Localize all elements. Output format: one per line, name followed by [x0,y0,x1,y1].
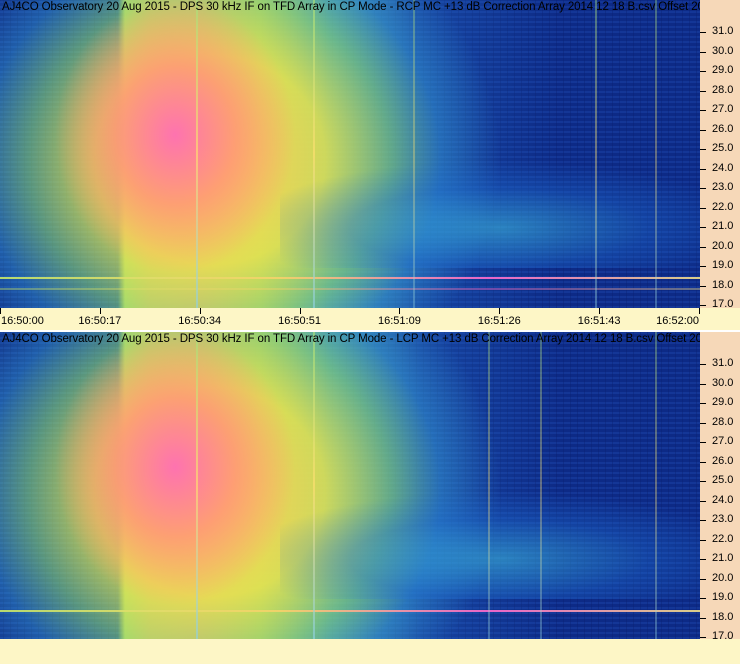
frequency-tick-label: 25.0 [712,142,734,154]
tick-mark [700,383,706,385]
frequency-tick-label: 22.0 [712,200,734,213]
tick-mark [700,188,706,189]
interference-vline [196,332,198,639]
time-tick-label: 16:51:26 [477,315,521,327]
frequency-tick-label: 21.0 [712,220,734,232]
frequency-axis: 31.0 30.0 29.0 28.0 27.0 26.0 25.0 24.0 23.0 22.0… [700,0,740,310]
tick-mark [700,149,706,150]
frequency-tick-label: 31.0 [712,357,734,369]
frequency-tick-label: 28.0 [712,83,734,96]
interference-vline [413,0,415,308]
tick-mark [399,308,401,314]
spectrogram-title: AJ4CO Observatory 20 Aug 2015 - DPS 30 k… [2,333,700,345]
frequency-tick-label: 18.0 [712,278,734,291]
tick-mark [700,559,706,560]
tick-mark [499,308,501,314]
interference-vline [595,0,597,308]
tick-mark [700,442,706,443]
frequency-tick-label: 23.0 [712,513,734,525]
tick-mark [700,520,706,521]
tick-mark [700,598,706,599]
frequency-tick-label: 27.0 [712,435,734,447]
lcp-spectrogram: AJ4CO Observatory 20 Aug 2015 - DPS 30 k… [0,332,700,639]
frequency-tick-label: 24.0 [712,161,734,174]
tick-mark [700,364,706,365]
interference-line [0,610,700,612]
tick-mark [700,246,706,248]
tick-mark [700,637,706,638]
interference-vline [655,0,657,308]
frequency-tick-label: 30.0 [712,44,734,57]
spectrogram-tail [280,148,700,268]
time-tick-label: 16:50:17 [78,315,122,327]
frequency-tick-label: 26.0 [712,454,734,467]
interference-vline [313,0,315,308]
frequency-tick-label: 23.0 [712,181,734,193]
tick-mark [199,308,201,314]
time-axis: 16:50:00 16:50:17 16:50:34 16:50:51 16:51:09… [0,308,740,330]
tick-mark [700,500,706,502]
frequency-tick-label: 19.0 [712,591,734,603]
tick-mark [699,308,700,314]
rcp-panel: AJ4CO Observatory 20 Aug 2015 - DPS 30 k… [0,0,740,330]
frequency-tick-label: 25.0 [712,474,734,486]
tick-mark [700,539,706,541]
tick-mark [700,110,706,111]
time-tick-label: 16:50:51 [278,315,321,327]
frequency-tick-label: 19.0 [712,259,734,271]
frequency-tick-label: 20.0 [712,239,734,252]
frequency-tick-label: 20.0 [712,571,734,584]
time-tick-label: 16:52:00 [656,315,699,327]
frequency-tick-label: 24.0 [712,493,734,506]
frequency-tick-label: 22.0 [712,532,734,545]
frequency-tick-label: 27.0 [712,103,734,115]
tick-mark [700,90,706,92]
tick-mark [700,617,706,619]
tick-mark [700,71,706,72]
tick-mark [700,461,706,463]
tick-mark [700,305,706,306]
frequency-axis: 31.0 30.0 29.0 28.0 27.0 26.0 25.0 24.0 23.0 22.0… [700,332,740,642]
frequency-tick-label: 18.0 [712,610,734,623]
frequency-tick-label: 31.0 [712,25,734,37]
tick-mark [700,266,706,267]
time-tick-label: 16:51:43 [577,315,621,327]
frequency-tick-label: 28.0 [712,415,734,428]
frequency-tick-label: 26.0 [712,122,734,135]
time-axis [0,639,740,664]
frequency-tick-label: 29.0 [712,396,734,408]
tick-mark [700,207,706,209]
time-tick-label: 16:50:00 [1,315,44,327]
frequency-tick-label: 29.0 [712,64,734,76]
time-tick-label: 16:51:09 [378,315,421,327]
tick-mark [299,308,301,314]
time-tick-label: 16:50:34 [178,315,222,327]
spectrogram-title: AJ4CO Observatory 20 Aug 2015 - DPS 30 k… [2,1,700,13]
tick-mark [700,51,706,53]
interference-vline [488,332,490,639]
tick-mark [700,32,706,33]
tick-mark [700,285,706,287]
lcp-panel: AJ4CO Observatory 20 Aug 2015 - DPS 30 k… [0,332,740,664]
spectrogram-tail [280,479,700,599]
interference-vline [655,332,657,639]
tick-mark [0,308,1,314]
frequency-tick-label: 30.0 [712,376,734,389]
interference-vline [540,332,542,639]
interference-vline [313,332,315,639]
tick-mark [700,422,706,424]
frequency-tick-label: 21.0 [712,552,734,564]
rcp-spectrogram: AJ4CO Observatory 20 Aug 2015 - DPS 30 k… [0,0,700,308]
tick-mark [700,578,706,580]
tick-mark [99,308,101,314]
interference-vline [196,0,198,308]
tick-mark [700,168,706,170]
tick-mark [700,227,706,228]
tick-mark [700,481,706,482]
tick-mark [700,403,706,404]
tick-mark [700,129,706,131]
tick-mark [599,308,601,314]
